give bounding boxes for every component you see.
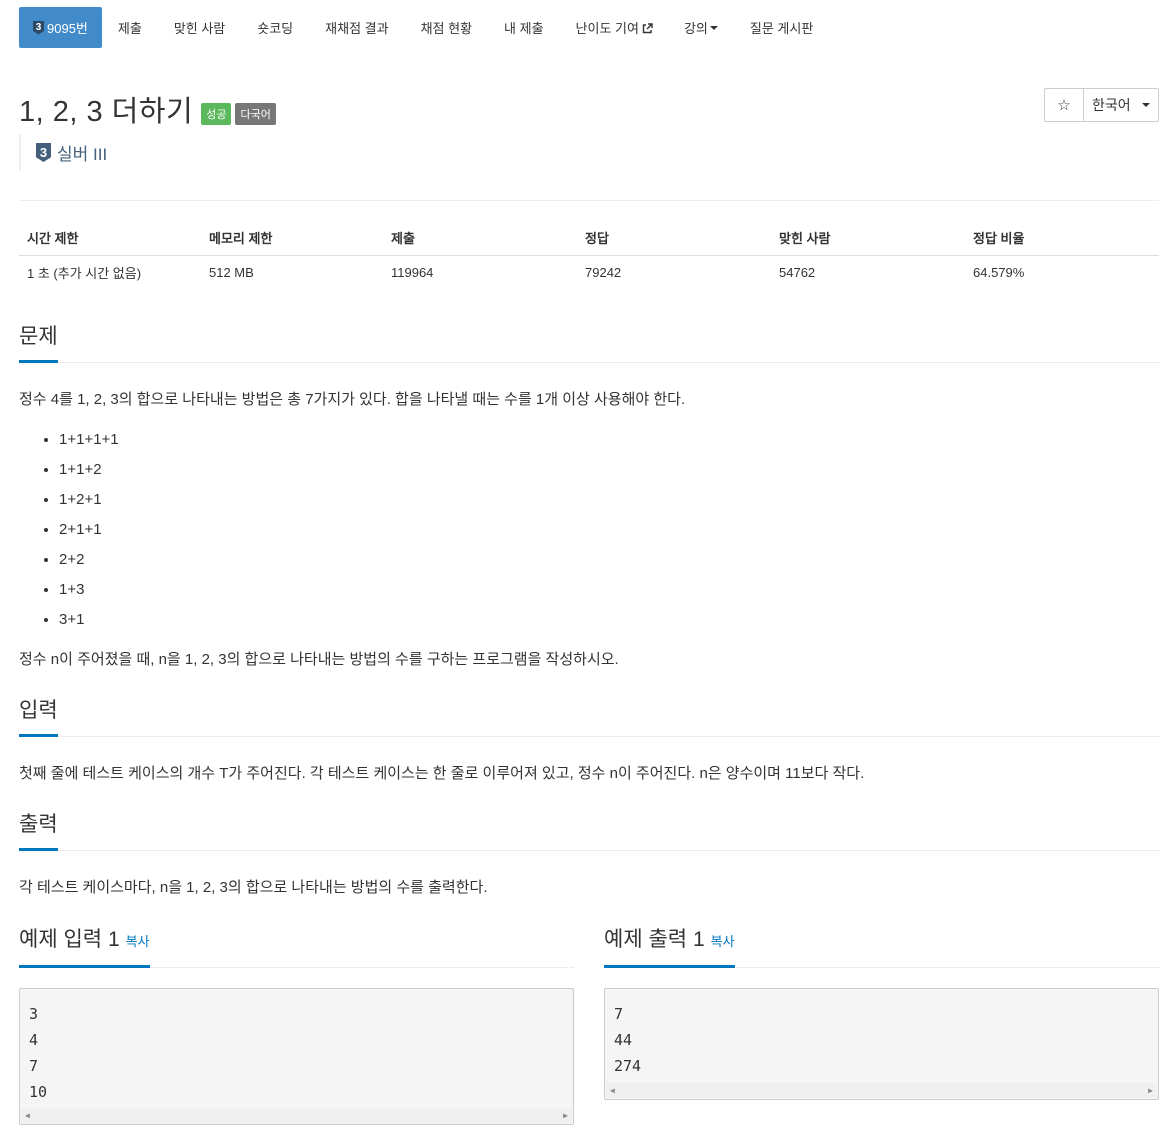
submissions-value: 119964	[391, 265, 434, 281]
sample-input-line: 10	[29, 1083, 48, 1101]
table-row: 1 초 (추가 시간 없음) 512 MB 119964 79242 54762…	[19, 255, 1159, 290]
tab-difficulty-contribution[interactable]: 난이도 기여	[560, 7, 668, 48]
tab-question-board[interactable]: 질문 게시판	[734, 7, 829, 48]
language-select-value: 한국어	[1092, 97, 1131, 113]
scroll-right-icon: ▶	[1148, 1086, 1153, 1095]
time-limit-value: 1 초 (추가 시간 없음)	[27, 266, 142, 282]
silver-tier-icon: 3	[36, 143, 51, 162]
table-header-row: 시간 제한 메모리 제한 제출 정답 맞힌 사람 정답 비율	[19, 221, 1159, 256]
scroll-left-icon: ◀	[25, 1111, 30, 1120]
accepted-value: 79242	[585, 265, 622, 281]
list-item: 1+1+1+1	[59, 429, 119, 459]
chevron-down-icon	[709, 25, 718, 30]
problem-tier: 3 실버 III	[19, 134, 107, 171]
horizontal-scrollbar[interactable]: ◀ ▶	[606, 1083, 1157, 1098]
input-description: 첫째 줄에 테스트 케이스의 개수 T가 주어진다. 각 테스트 케이스는 한 …	[19, 765, 865, 782]
sample-output-content: 7 44 274	[605, 989, 1158, 1079]
sample-output-title: 예제 출력 1	[604, 928, 705, 951]
list-item: 1+3	[59, 579, 119, 609]
silver-tier-icon: 3	[33, 20, 44, 35]
tab-rejudge-results[interactable]: 재채점 결과	[309, 7, 404, 48]
problem-heading: 문제	[19, 324, 58, 363]
problem-nav-tabs: 3 9095번 제출 맞힌 사람 숏코딩 재채점 결과 채점 현황 내 제출 난…	[19, 7, 829, 48]
divider	[19, 200, 1159, 201]
problem-outro: 정수 n이 주어졌을 때, n을 1, 2, 3의 합으로 나타내는 방법의 수…	[19, 651, 619, 668]
tab-judge-status[interactable]: 채점 현황	[405, 7, 488, 48]
tab-submit[interactable]: 제출	[102, 7, 158, 48]
header-accepted: 정답	[577, 221, 771, 256]
star-icon: ☆	[1057, 97, 1071, 114]
tab-lectures-dropdown[interactable]: 강의	[668, 7, 734, 48]
output-heading: 출력	[19, 812, 58, 851]
list-item: 2+1+1	[59, 519, 119, 549]
external-link-icon	[642, 22, 653, 33]
sample-output-box[interactable]: 7 44 274 ◀ ▶	[604, 988, 1159, 1100]
tab-difficulty-label: 난이도 기여	[575, 21, 639, 36]
list-item: 1+2+1	[59, 489, 119, 519]
sample-output-line: 7	[614, 1005, 624, 1023]
accept-ratio-value: 64.579%	[973, 265, 1025, 281]
output-description: 각 테스트 케이스마다, n을 1, 2, 3의 합으로 나타내는 방법의 수를…	[19, 879, 488, 896]
sample-input-line: 3	[29, 1005, 39, 1023]
sample-input-content: 3 4 7 10	[20, 989, 573, 1105]
tab-solved-users[interactable]: 맞힌 사람	[158, 7, 241, 48]
memory-limit-value: 512 MB	[209, 265, 254, 281]
title-actions: ☆ 한국어	[1044, 88, 1159, 122]
problem-intro: 정수 4를 1, 2, 3의 합으로 나타내는 방법은 총 7가지가 있다. 합…	[19, 391, 686, 408]
tier-label[interactable]: 실버 III	[57, 140, 107, 165]
output-section-header: 출력	[19, 812, 1159, 851]
input-heading: 입력	[19, 698, 58, 737]
sample-output-line: 44	[614, 1031, 633, 1049]
favorite-button[interactable]: ☆	[1044, 88, 1084, 122]
sample-input-heading: 예제 입력 1 복사	[19, 927, 150, 968]
sample-output-heading: 예제 출력 1 복사	[604, 927, 735, 968]
sample-input-line: 7	[29, 1057, 39, 1075]
header-solved-users: 맞힌 사람	[771, 221, 965, 256]
problem-info-table: 시간 제한 메모리 제한 제출 정답 맞힌 사람 정답 비율 1 초 (추가 시…	[19, 221, 1159, 290]
multilang-badge: 다국어	[235, 103, 276, 125]
scroll-right-icon: ▶	[563, 1111, 568, 1120]
sample-input-line: 4	[29, 1031, 39, 1049]
sample-input-box[interactable]: 3 4 7 10 ◀ ▶	[19, 988, 574, 1125]
input-section-header: 입력	[19, 698, 1159, 737]
problem-example-list: 1+1+1+1 1+1+2 1+2+1 2+1+1 2+2 1+3 3+1	[59, 429, 119, 639]
header-time-limit: 시간 제한	[19, 221, 201, 256]
header-memory-limit: 메모리 제한	[201, 221, 383, 256]
sample-input-header: 예제 입력 1 복사	[19, 927, 574, 968]
horizontal-scrollbar[interactable]: ◀ ▶	[21, 1108, 572, 1123]
header-accept-ratio: 정답 비율	[965, 221, 1159, 256]
tab-problem[interactable]: 3 9095번	[19, 7, 102, 48]
list-item: 1+1+2	[59, 459, 119, 489]
tab-my-submissions[interactable]: 내 제출	[488, 7, 560, 48]
list-item: 2+2	[59, 549, 119, 579]
copy-sample-input-button[interactable]: 복사	[126, 934, 150, 949]
header-submissions: 제출	[383, 221, 577, 256]
sample-output-line: 274	[614, 1057, 642, 1075]
problem-section-header: 문제	[19, 324, 1159, 363]
problem-title-row: 1, 2, 3 더하기 성공 다국어	[19, 88, 276, 130]
sample-output-header: 예제 출력 1 복사	[604, 927, 1159, 968]
tab-lectures-label: 강의	[683, 21, 708, 36]
chevron-down-icon	[1142, 103, 1150, 107]
language-select[interactable]: 한국어	[1084, 88, 1159, 122]
tab-problem-label: 9095번	[47, 21, 88, 36]
solved-users-value: 54762	[779, 265, 816, 281]
tab-short-coding[interactable]: 숏코딩	[241, 7, 309, 48]
list-item: 3+1	[59, 609, 119, 639]
copy-sample-output-button[interactable]: 복사	[711, 934, 735, 949]
sample-input-title: 예제 입력 1	[19, 928, 120, 951]
scroll-left-icon: ◀	[610, 1086, 615, 1095]
success-badge: 성공	[201, 103, 232, 125]
page-title: 1, 2, 3 더하기	[19, 96, 194, 128]
